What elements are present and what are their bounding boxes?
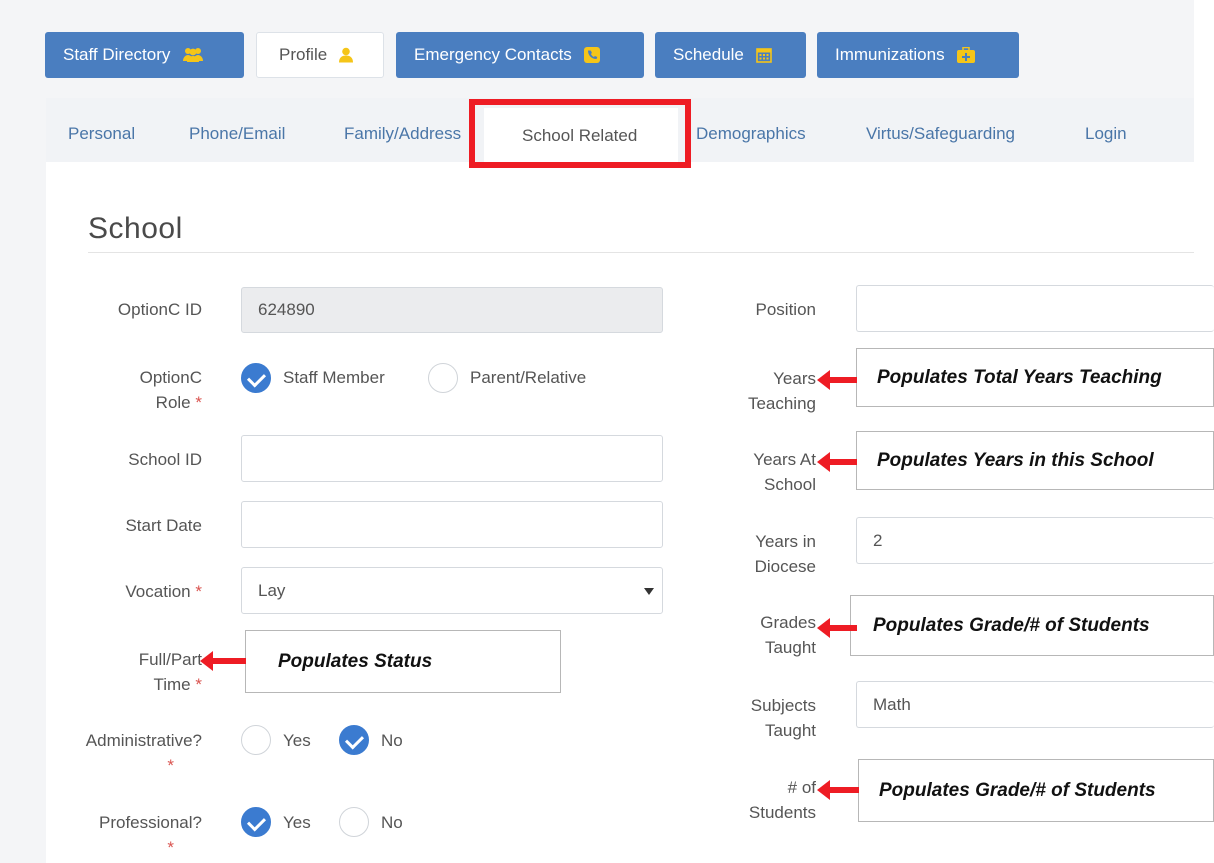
start-date-label: Start Date bbox=[125, 516, 202, 535]
years-in-diocese-label: Years in Diocese bbox=[754, 532, 816, 576]
annotation-arrow-left-icon bbox=[817, 780, 859, 800]
school-id-input[interactable] bbox=[241, 435, 663, 482]
callout-years-teaching: Populates Total Years Teaching bbox=[856, 348, 1214, 407]
section-title: School bbox=[88, 212, 183, 245]
optionc-id-label: OptionC ID bbox=[117, 300, 202, 319]
administrative-no-radio[interactable] bbox=[339, 725, 369, 755]
subtab-phone-email[interactable]: Phone/Email bbox=[189, 124, 285, 144]
required-marker: * bbox=[195, 393, 202, 412]
role-parent-relative-radio[interactable] bbox=[428, 363, 458, 393]
callout-status: Populates Status bbox=[245, 630, 561, 693]
required-marker: * bbox=[167, 838, 174, 857]
required-marker: * bbox=[167, 756, 174, 775]
calendar-icon bbox=[756, 47, 774, 63]
subtab-family-address[interactable]: Family/Address bbox=[344, 124, 461, 144]
optionc-role-label-line1: OptionC bbox=[139, 368, 202, 387]
tab-staff-directory[interactable]: Staff Directory bbox=[45, 32, 244, 78]
vocation-select[interactable]: Lay bbox=[241, 567, 663, 614]
tab-profile[interactable]: Profile bbox=[256, 32, 384, 78]
role-staff-member-label: Staff Member bbox=[283, 368, 385, 387]
vocation-label: Vocation * bbox=[125, 582, 202, 601]
position-label: Position bbox=[755, 300, 816, 319]
years-at-school-label: Years At School bbox=[753, 450, 816, 494]
administrative-yes-label: Yes bbox=[283, 731, 311, 750]
vocation-value: Lay bbox=[258, 580, 286, 600]
full-part-time-label: Full/Part Time * bbox=[138, 650, 202, 694]
tab-label: Emergency Contacts bbox=[414, 45, 572, 64]
administrative-no-label: No bbox=[381, 731, 403, 750]
callout-years-school: Populates Years in this School bbox=[856, 431, 1214, 490]
annotation-arrow-left-icon bbox=[817, 452, 857, 472]
tab-label: Staff Directory bbox=[63, 45, 171, 64]
administrative-yes-radio[interactable] bbox=[241, 725, 271, 755]
position-input[interactable] bbox=[856, 285, 1214, 332]
num-students-label: # of Students bbox=[748, 778, 816, 822]
chevron-down-icon bbox=[644, 588, 654, 595]
professional-yes-label: Yes bbox=[283, 813, 311, 832]
subtab-login[interactable]: Login bbox=[1085, 124, 1127, 144]
tab-label: Schedule bbox=[673, 45, 744, 64]
role-staff-member-radio[interactable] bbox=[241, 363, 271, 393]
annotation-arrow-left-icon bbox=[817, 618, 857, 638]
subtab-virtus-safeguarding[interactable]: Virtus/Safeguarding bbox=[866, 124, 1015, 144]
years-in-diocese-input[interactable]: 2 bbox=[856, 517, 1214, 564]
callout-grades: Populates Grade/# of Students bbox=[850, 595, 1214, 656]
subjects-taught-value: Math bbox=[873, 694, 911, 714]
medkit-icon bbox=[956, 46, 975, 63]
tab-label: Profile bbox=[279, 45, 328, 64]
professional-label: Professional? * bbox=[60, 810, 202, 860]
optionc-role-label-line2: Role * bbox=[155, 393, 202, 412]
subjects-taught-input[interactable]: Math bbox=[856, 681, 1214, 728]
phone-icon bbox=[583, 47, 602, 63]
professional-no-label: No bbox=[381, 813, 403, 832]
school-id-label: School ID bbox=[128, 450, 202, 469]
tab-immunizations[interactable]: Immunizations bbox=[817, 32, 1019, 78]
user-icon bbox=[339, 47, 357, 63]
grades-taught-label: Grades Taught bbox=[760, 613, 816, 657]
administrative-label: Administrative? * bbox=[60, 728, 202, 778]
tab-schedule[interactable]: Schedule bbox=[655, 32, 806, 78]
optionc-id-value: 624890 bbox=[258, 300, 315, 319]
tab-emergency-contacts[interactable]: Emergency Contacts bbox=[396, 32, 644, 78]
required-marker: * bbox=[195, 582, 202, 601]
subjects-taught-label: Subjects Taught bbox=[750, 696, 816, 740]
users-icon bbox=[182, 47, 204, 63]
years-teaching-label: Years Teaching bbox=[747, 369, 816, 413]
section-divider bbox=[88, 252, 1194, 253]
subtab-personal[interactable]: Personal bbox=[68, 124, 135, 144]
tab-label: Immunizations bbox=[835, 45, 945, 64]
years-in-diocese-value: 2 bbox=[873, 530, 883, 550]
callout-students: Populates Grade/# of Students bbox=[858, 759, 1214, 822]
role-parent-relative-label: Parent/Relative bbox=[470, 368, 587, 387]
professional-no-radio[interactable] bbox=[339, 807, 369, 837]
subtab-demographics[interactable]: Demographics bbox=[696, 124, 806, 144]
annotation-arrow-left-icon bbox=[200, 651, 246, 671]
optionc-id-field: 624890 bbox=[241, 287, 663, 333]
required-marker: * bbox=[195, 675, 202, 694]
annotation-arrow-left-icon bbox=[817, 370, 857, 390]
professional-yes-radio[interactable] bbox=[241, 807, 271, 837]
start-date-input[interactable] bbox=[241, 501, 663, 548]
left-strip bbox=[0, 98, 46, 863]
optionc-role-label: OptionC Role * bbox=[60, 365, 202, 415]
annotation-highlight-box bbox=[469, 99, 691, 168]
